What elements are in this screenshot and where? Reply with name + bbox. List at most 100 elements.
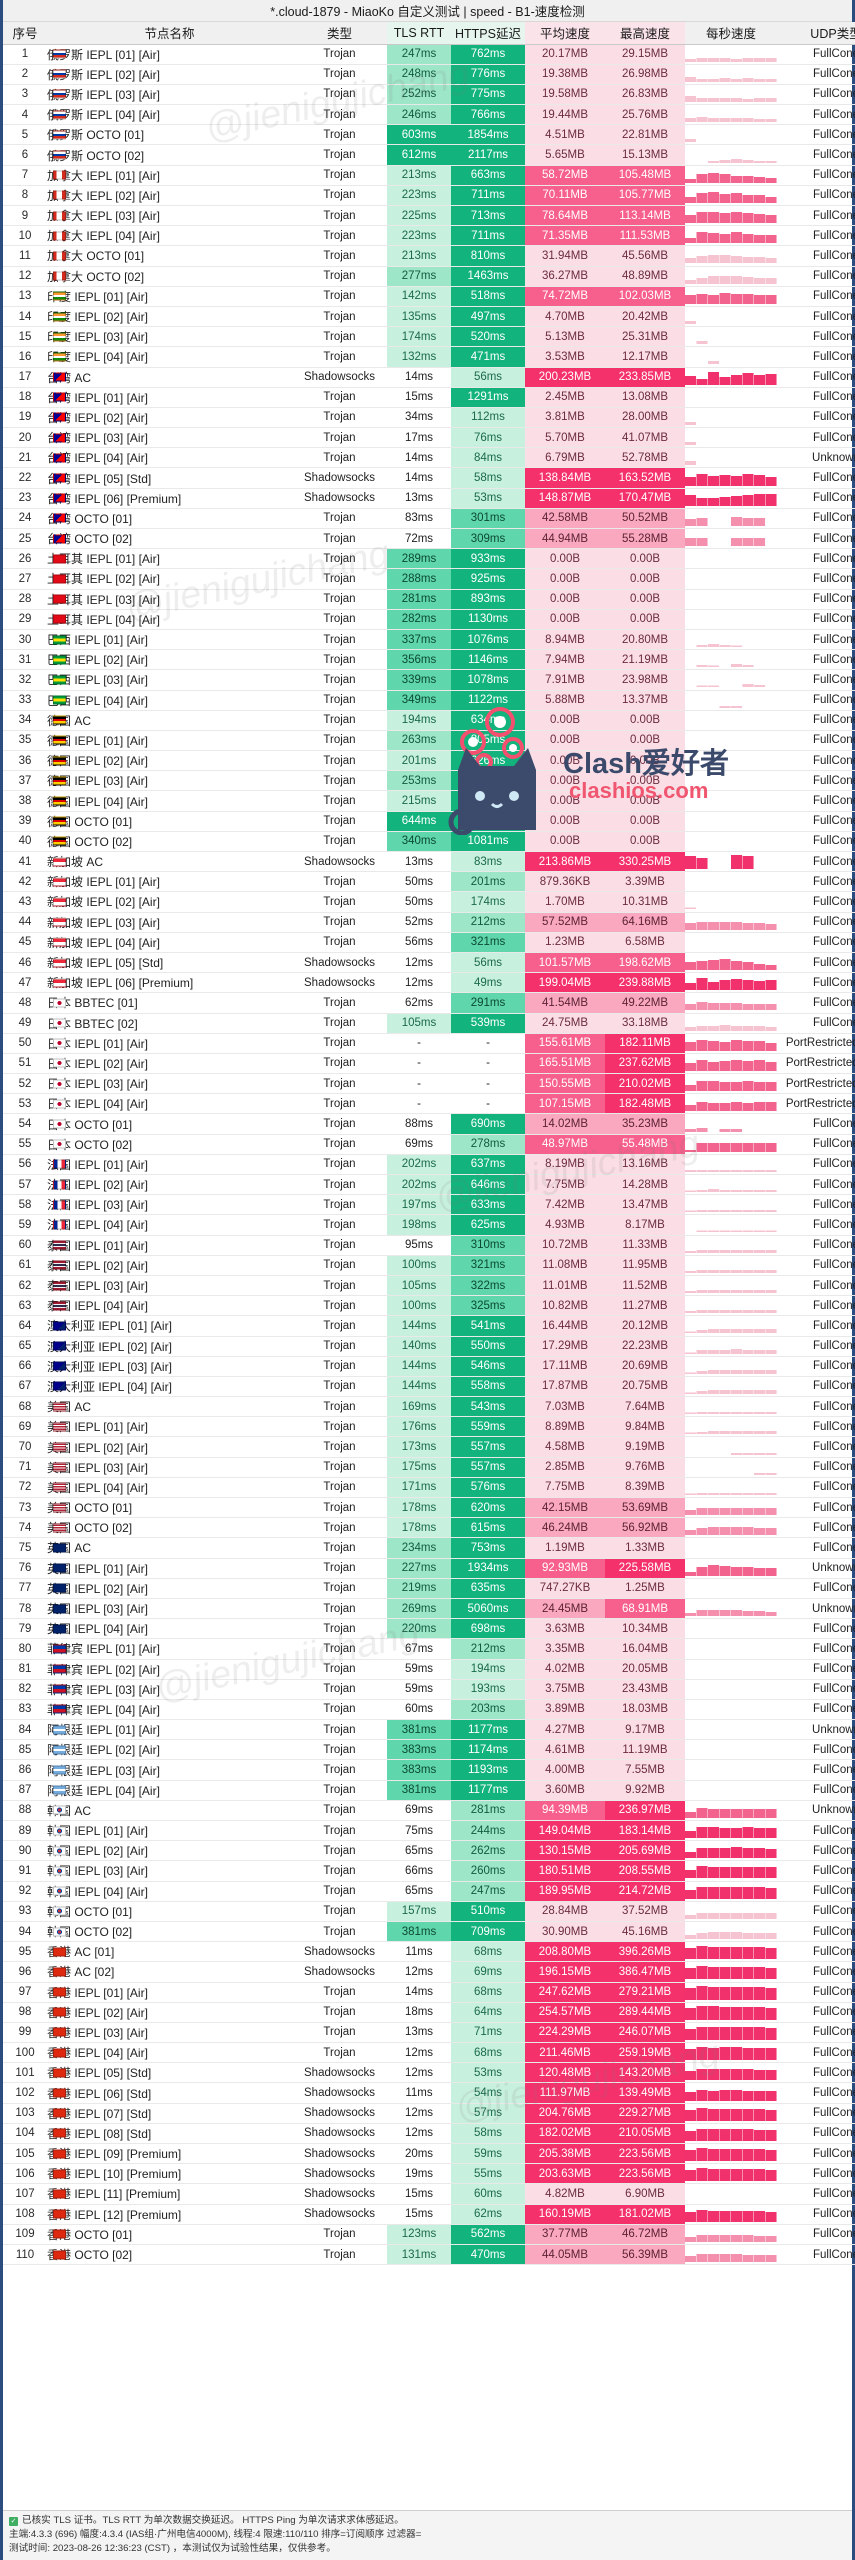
table-row[interactable]: 2 俄罗斯 IEPL [02] [Air] Trojan 248ms 776ms 19.3… <box>3 64 855 85</box>
table-row[interactable]: 109 香港 OCTO [01] Trojan 123ms 562ms 37.77MB 46… <box>3 2224 855 2245</box>
table-row[interactable]: 92 韩国 IEPL [04] [Air] Trojan 65ms 247ms 189.9… <box>3 1881 855 1902</box>
table-row[interactable]: 44 新加坡 IEPL [03] [Air] Trojan 52ms 212ms 57.5… <box>3 912 855 933</box>
col-header-per-second-speed[interactable]: 每秒速度 <box>685 22 777 45</box>
table-row[interactable]: 3 俄罗斯 IEPL [03] [Air] Trojan 252ms 775ms 19.5… <box>3 84 855 106</box>
table-row[interactable]: 97 香港 IEPL [01] [Air] Trojan 14ms 68ms 247.62… <box>3 1982 855 2003</box>
table-row[interactable]: 93 韩国 OCTO [01] Trojan 157ms 510ms 28.84MB 37.… <box>3 1901 855 1922</box>
table-row[interactable]: 100 香港 IEPL [04] [Air] Trojan 12ms 68ms 211.4… <box>3 2042 855 2064</box>
table-row[interactable]: 83 菲律宾 IEPL [04] [Air] Trojan 60ms 203ms 3.89… <box>3 1699 855 1721</box>
table-row[interactable]: 46 新加坡 IEPL [05] [Std] Shadowsocks 12ms 56ms… <box>3 952 855 974</box>
table-row[interactable]: 50 日本 IEPL [01] [Air] Trojan - -155.61MB 182.… <box>3 1033 855 1054</box>
table-row[interactable]: 96 香港 AC [02] Shadowsocks 12ms 69ms 196.15MB 3… <box>3 1961 855 1983</box>
table-row[interactable]: 27 土耳其 IEPL [02] [Air] Trojan 288ms 925ms 0.0… <box>3 568 855 590</box>
table-row[interactable]: 59 法国 IEPL [04] [Air] Trojan 198ms 625ms 4.93… <box>3 1214 855 1236</box>
table-row[interactable]: 86 阿根廷 IEPL [03] [Air] Trojan 383ms 1193ms 4.… <box>3 1759 855 1781</box>
table-row[interactable]: 101 香港 IEPL [05] [Std] Shadowsocks 12ms 53ms… <box>3 2062 855 2084</box>
table-row[interactable]: 107 香港 IEPL [11] [Premium] Shadowsocks 15ms… <box>3 2183 855 2205</box>
table-row[interactable]: 28 土耳其 IEPL [03] [Air] Trojan 281ms 893ms 0.0… <box>3 589 855 610</box>
table-row[interactable]: 4 俄罗斯 IEPL [04] [Air] Trojan 246ms 766ms 19.4… <box>3 104 855 126</box>
table-row[interactable]: 6 俄罗斯 OCTO [02] Trojan 612ms 2117ms 5.65MB 15.… <box>3 144 855 166</box>
table-row[interactable]: 68 美国 AC Trojan 169ms 543ms 7.03MB 7.64MB FullC… <box>3 1396 855 1418</box>
table-row[interactable]: 71 美国 IEPL [03] [Air] Trojan 175ms 557ms 2.85… <box>3 1457 855 1478</box>
table-row[interactable]: 18 台湾 IEPL [01] [Air] Trojan 15ms 1291ms 2.45… <box>3 387 855 408</box>
table-row[interactable]: 95 香港 AC [01] Shadowsocks 11ms 68ms 208.80MB 3… <box>3 1941 855 1963</box>
table-row[interactable]: 66 澳大利亚 IEPL [03] [Air] Trojan 144ms 546ms 17… <box>3 1356 855 1377</box>
table-row[interactable]: 74 美国 OCTO [02] Trojan 178ms 615ms 46.24MB 56.… <box>3 1517 855 1539</box>
table-row[interactable]: 10 加拿大 IEPL [04] [Air] Trojan 223ms 711ms 71.… <box>3 225 855 247</box>
table-row[interactable]: 99 香港 IEPL [03] [Air] Trojan 13ms 71ms 224.29… <box>3 2022 855 2044</box>
table-row[interactable]: 84 阿根廷 IEPL [01] [Air] Trojan 381ms 1177ms 4.… <box>3 1719 855 1741</box>
table-row[interactable]: 43 新加坡 IEPL [02] [Air] Trojan 50ms 174ms 1.70… <box>3 891 855 913</box>
table-row[interactable]: 33 巴西 IEPL [04] [Air] Trojan 349ms 1122ms 5.8… <box>3 690 855 711</box>
table-row[interactable]: 30 巴西 IEPL [01] [Air] Trojan 337ms 1076ms 8.9… <box>3 629 855 651</box>
col-header-max-speed[interactable]: 最高速度 <box>605 22 685 45</box>
table-row[interactable]: 8 加拿大 IEPL [02] [Air] Trojan 223ms 711ms 70.1… <box>3 185 855 207</box>
table-row[interactable]: 76 英国 IEPL [01] [Air] Trojan 227ms 1934ms 92.… <box>3 1558 855 1579</box>
table-row[interactable]: 22 台湾 IEPL [05] [Std] Shadowsocks 14ms 58ms 1… <box>3 467 855 489</box>
table-row[interactable]: 1 俄罗斯 IEPL [01] [Air] Trojan 247ms 762ms 20.1… <box>3 44 855 65</box>
table-row[interactable]: 69 美国 IEPL [01] [Air] Trojan 176ms 559ms 8.89… <box>3 1416 855 1438</box>
col-header-avg-speed[interactable]: 平均速度 <box>525 22 605 45</box>
col-header-udp-type[interactable]: UDP类型 <box>777 22 855 45</box>
table-row[interactable]: 85 阿根廷 IEPL [02] [Air] Trojan 383ms 1174ms 4.… <box>3 1739 855 1761</box>
table-row[interactable]: 81 菲律宾 IEPL [02] [Air] Trojan 59ms 194ms 4.02… <box>3 1659 855 1680</box>
table-row[interactable]: 55 日本 OCTO [02] Trojan 69ms 278ms 48.97MB 55.4… <box>3 1134 855 1155</box>
table-row[interactable]: 41 新加坡 AC Shadowsocks 13ms 83ms 213.86MB 330.2… <box>3 851 855 873</box>
col-header-name[interactable]: 节点名称 <box>47 22 292 45</box>
table-row[interactable]: 31 巴西 IEPL [02] [Air] Trojan 356ms 1146ms 7.9… <box>3 649 855 671</box>
table-row[interactable]: 57 法国 IEPL [02] [Air] Trojan 202ms 646ms 7.75… <box>3 1174 855 1196</box>
table-row[interactable]: 102 香港 IEPL [06] [Std] Shadowsocks 11ms 54ms… <box>3 2082 855 2104</box>
table-row[interactable]: 72 美国 IEPL [04] [Air] Trojan 171ms 576ms 7.75… <box>3 1477 855 1499</box>
table-row[interactable]: 106 香港 IEPL [10] [Premium] Shadowsocks 19ms… <box>3 2163 855 2185</box>
table-row[interactable]: 70 美国 IEPL [02] [Air] Trojan 173ms 557ms 4.58… <box>3 1436 855 1458</box>
table-row[interactable]: 80 菲律宾 IEPL [01] [Air] Trojan 67ms 212ms 3.35… <box>3 1638 855 1660</box>
table-row[interactable]: 19 台湾 IEPL [02] [Air] Trojan 34ms 112ms 3.81M… <box>3 407 855 429</box>
table-row[interactable]: 103 香港 IEPL [07] [Std] Shadowsocks 12ms 57ms… <box>3 2103 855 2124</box>
table-row[interactable]: 63 泰国 IEPL [04] [Air] Trojan 100ms 325ms 10.8… <box>3 1295 855 1317</box>
table-row[interactable]: 51 日本 IEPL [02] [Air] Trojan - -165.51MB 237.… <box>3 1053 855 1075</box>
table-row[interactable]: 98 香港 IEPL [02] [Air] Trojan 18ms 64ms 254.57… <box>3 2002 855 2023</box>
table-row[interactable]: 26 土耳其 IEPL [01] [Air] Trojan 289ms 933ms 0.0… <box>3 548 855 570</box>
table-row[interactable]: 73 美国 OCTO [01] Trojan 178ms 620ms 42.15MB 53.… <box>3 1497 855 1519</box>
table-row[interactable]: 65 澳大利亚 IEPL [02] [Air] Trojan 140ms 550ms 17… <box>3 1336 855 1357</box>
table-row[interactable]: 64 澳大利亚 IEPL [01] [Air] Trojan 144ms 541ms 16… <box>3 1315 855 1337</box>
table-row[interactable]: 89 韩国 IEPL [01] [Air] Trojan 75ms 244ms 149.0… <box>3 1820 855 1842</box>
table-row[interactable]: 9 加拿大 IEPL [03] [Air] Trojan 225ms 713ms 78.6… <box>3 205 855 227</box>
table-row[interactable]: 47 新加坡 IEPL [06] [Premium] Shadowsocks 12ms… <box>3 972 855 994</box>
table-row[interactable]: 52 日本 IEPL [03] [Air] Trojan - -150.55MB 210.… <box>3 1073 855 1095</box>
col-header-type[interactable]: 类型 <box>292 22 387 45</box>
table-row[interactable]: 20 台湾 IEPL [03] [Air] Trojan 17ms 76ms 5.70MB… <box>3 427 855 449</box>
table-row[interactable]: 82 菲律宾 IEPL [03] [Air] Trojan 59ms 193ms 3.75… <box>3 1679 855 1700</box>
table-row[interactable]: 75 英国 AC Trojan 234ms 753ms 1.19MB 1.33MB FullC… <box>3 1537 855 1559</box>
table-row[interactable]: 60 泰国 IEPL [01] [Air] Trojan 95ms 310ms 10.72… <box>3 1235 855 1256</box>
table-row[interactable]: 53 日本 IEPL [04] [Air] Trojan - -107.15MB 182.… <box>3 1093 855 1115</box>
table-row[interactable]: 104 香港 IEPL [08] [Std] Shadowsocks 12ms 58ms… <box>3 2123 855 2145</box>
table-row[interactable]: 62 泰国 IEPL [03] [Air] Trojan 105ms 322ms 11.0… <box>3 1275 855 1297</box>
table-row[interactable]: 42 新加坡 IEPL [01] [Air] Trojan 50ms 201ms 879.… <box>3 871 855 893</box>
table-row[interactable]: 5 俄罗斯 OCTO [01] Trojan 603ms 1854ms 4.51MB 22.… <box>3 124 855 146</box>
table-row[interactable]: 90 韩国 IEPL [02] [Air] Trojan 65ms 262ms 130.1… <box>3 1840 855 1862</box>
table-row[interactable]: 23 台湾 IEPL [06] [Premium] Shadowsocks 13ms 5… <box>3 488 855 509</box>
table-row[interactable]: 91 韩国 IEPL [03] [Air] Trojan 66ms 260ms 180.5… <box>3 1860 855 1882</box>
table-row[interactable]: 67 澳大利亚 IEPL [04] [Air] Trojan 144ms 558ms 17… <box>3 1376 855 1398</box>
table-row[interactable]: 15 印度 IEPL [03] [Air] Trojan 174ms 520ms 5.13… <box>3 326 855 348</box>
table-row[interactable]: 32 巴西 IEPL [03] [Air] Trojan 339ms 1078ms 7.9… <box>3 669 855 691</box>
table-row[interactable]: 7 加拿大 IEPL [01] [Air] Trojan 213ms 663ms 58.7… <box>3 165 855 186</box>
col-header-tls-rtt[interactable]: TLS RTT <box>387 22 451 45</box>
table-row[interactable]: 34 德国 AC Trojan 194ms 634ms 0.00B 0.00B FullCon… <box>3 710 855 731</box>
table-row[interactable]: 88 韩国 AC Trojan 69ms 281ms 94.39MB 236.97MB Unk… <box>3 1800 855 1822</box>
table-row[interactable]: 29 土耳其 IEPL [04] [Air] Trojan 282ms 1130ms 0.… <box>3 609 855 630</box>
table-row[interactable]: 77 英国 IEPL [02] [Air] Trojan 219ms 635ms 747.… <box>3 1578 855 1599</box>
table-row[interactable]: 11 加拿大 OCTO [01] Trojan 213ms 810ms 31.94MB 45… <box>3 245 855 267</box>
table-row[interactable]: 17 台湾 AC Shadowsocks 14ms 56ms 200.23MB 233.85… <box>3 367 855 388</box>
table-row[interactable]: 13 印度 IEPL [01] [Air] Trojan 142ms 518ms 74.7… <box>3 286 855 307</box>
table-row[interactable]: 87 阿根廷 IEPL [04] [Air] Trojan 381ms 1177ms 3.… <box>3 1780 855 1801</box>
table-row[interactable]: 58 法国 IEPL [03] [Air] Trojan 197ms 633ms 7.42… <box>3 1194 855 1216</box>
table-row[interactable]: 79 英国 IEPL [04] [Air] Trojan 220ms 698ms 3.63… <box>3 1618 855 1640</box>
table-row[interactable]: 105 香港 IEPL [09] [Premium] Shadowsocks 20ms… <box>3 2143 855 2165</box>
table-row[interactable]: 39 德国 OCTO [01] Trojan 644ms 2783ms 0.00B 0.00… <box>3 811 855 832</box>
table-row[interactable]: 78 英国 IEPL [03] [Air] Trojan 269ms 5060ms 24.… <box>3 1598 855 1620</box>
table-row[interactable]: 54 日本 OCTO [01] Trojan 88ms 690ms 14.02MB 35.2… <box>3 1113 855 1135</box>
col-header-index[interactable]: 序号 <box>3 22 47 45</box>
table-row[interactable]: 110 香港 OCTO [02] Trojan 131ms 470ms 44.05MB 56… <box>3 2244 855 2266</box>
